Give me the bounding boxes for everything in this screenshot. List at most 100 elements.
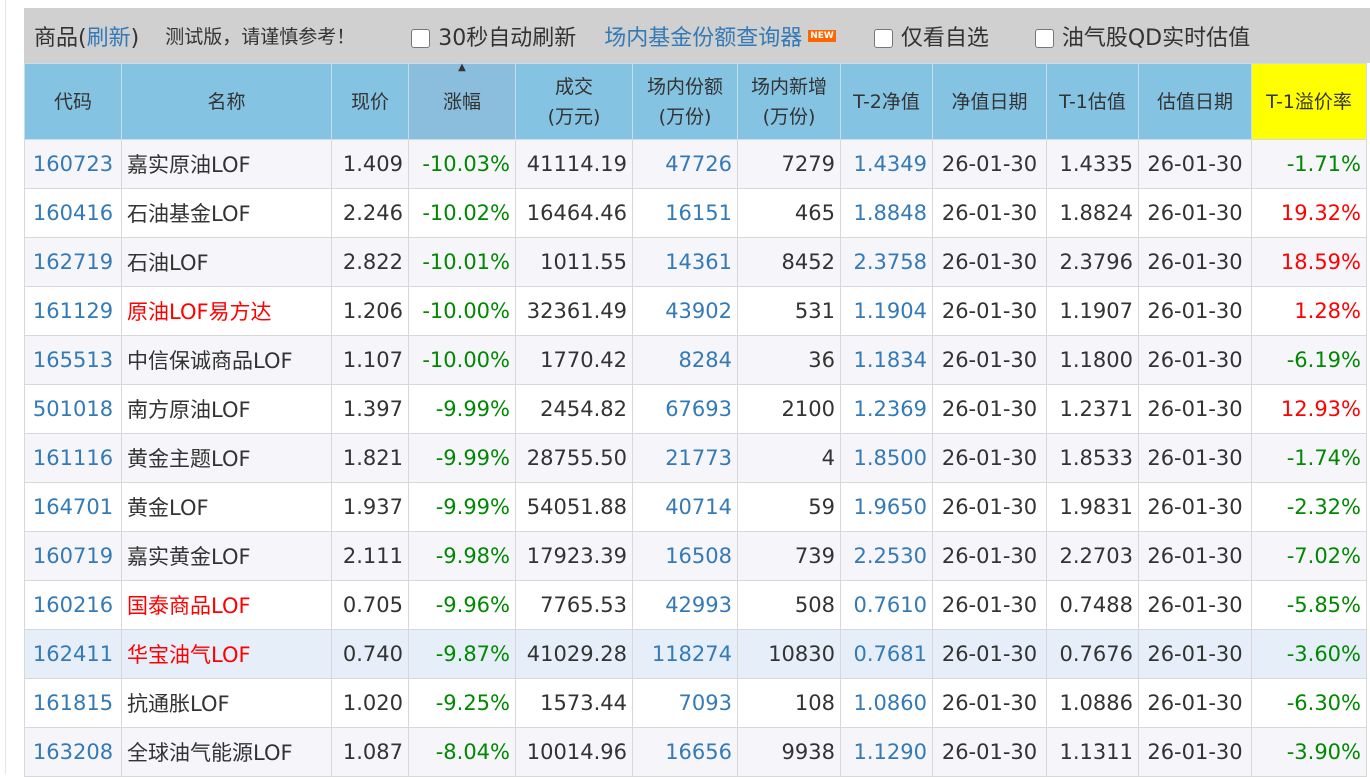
cell-t2-nav[interactable]: 1.2369 — [840, 384, 933, 434]
cell-t1-premium: 1.28% — [1251, 286, 1367, 336]
table-row[interactable]: 160723 嘉实原油LOF 1.409 -10.03% 41114.19 47726 72… — [24, 139, 1367, 189]
cell-turnover: 1573.44 — [515, 678, 633, 728]
cell-shares[interactable]: 118274 — [632, 629, 738, 679]
cell-t2-nav[interactable]: 2.3758 — [840, 237, 933, 287]
cell-code[interactable]: 161116 — [24, 433, 122, 483]
table-row[interactable]: 161116 黄金主题LOF 1.821 -9.99% 28755.50 21773 4 1.… — [24, 433, 1367, 483]
cell-est-date: 26-01-30 — [1138, 629, 1252, 679]
cell-shares[interactable]: 14361 — [632, 237, 738, 287]
cell-name: 石油LOF — [121, 237, 332, 287]
header-t1-premium[interactable]: T-1溢价率 — [1251, 63, 1367, 140]
only-watch-option[interactable]: 仅看自选 — [873, 20, 989, 52]
cell-t2-nav[interactable]: 1.0860 — [840, 678, 933, 728]
cell-change: -8.04% — [408, 727, 516, 777]
table-row[interactable]: 501018 南方原油LOF 1.397 -9.99% 2454.82 67693 2100… — [24, 384, 1367, 434]
cell-code[interactable]: 163208 — [24, 727, 122, 777]
cell-t2-nav[interactable]: 1.1290 — [840, 727, 933, 777]
fund-table: 代码 名称 现价 ▲ 涨幅 成交 (万元) 场内份额 (万份) 场内新增 (万份) T-2净值 净值日期… — [24, 62, 1367, 777]
table-row[interactable]: 162411 华宝油气LOF 0.740 -9.87% 41029.28 118274 10… — [24, 629, 1367, 679]
cell-price: 1.020 — [331, 678, 409, 728]
cell-shares[interactable]: 16508 — [632, 531, 738, 581]
cell-shares[interactable]: 42993 — [632, 580, 738, 630]
cell-t2-nav[interactable]: 1.4349 — [840, 139, 933, 189]
oil-qd-option[interactable]: 油气股QD实时估值 — [1034, 20, 1251, 52]
refresh-link[interactable]: 刷新 — [87, 26, 131, 51]
cell-code[interactable]: 162411 — [24, 629, 122, 679]
cell-t1-est: 0.7488 — [1046, 580, 1139, 630]
cell-shares[interactable]: 16656 — [632, 727, 738, 777]
header-t1-est[interactable]: T-1估值 — [1046, 63, 1139, 140]
cell-est-date: 26-01-30 — [1138, 335, 1252, 385]
cell-code[interactable]: 162719 — [24, 237, 122, 287]
cell-t2-nav[interactable]: 1.8848 — [840, 188, 933, 238]
oil-qd-label: 油气股QD实时估值 — [1061, 25, 1251, 51]
auto-refresh-label: 30秒自动刷新 — [438, 25, 577, 51]
cell-shares[interactable]: 16151 — [632, 188, 738, 238]
cell-t1-est: 1.2371 — [1046, 384, 1139, 434]
cell-change: -9.99% — [408, 482, 516, 532]
cell-shares[interactable]: 47726 — [632, 139, 738, 189]
cell-est-date: 26-01-30 — [1138, 237, 1252, 287]
header-turnover[interactable]: 成交 (万元) — [515, 63, 633, 140]
header-nav-date[interactable]: 净值日期 — [932, 63, 1047, 140]
header-label: T-1估值 — [1059, 90, 1126, 113]
header-label: 代码 — [53, 90, 92, 113]
cell-turnover: 1770.42 — [515, 335, 633, 385]
cell-t2-nav[interactable]: 1.1904 — [840, 286, 933, 336]
cell-code[interactable]: 161815 — [24, 678, 122, 728]
table-row[interactable]: 165513 中信保诚商品LOF 1.107 -10.00% 1770.42 8284 36… — [24, 335, 1367, 385]
table-row[interactable]: 161129 原油LOF易方达 1.206 -10.00% 32361.49 43902 5… — [24, 286, 1367, 336]
header-label: (万元) — [547, 105, 601, 128]
oil-qd-checkbox[interactable] — [1034, 29, 1054, 48]
cell-code[interactable]: 160416 — [24, 188, 122, 238]
cell-code[interactable]: 164701 — [24, 482, 122, 532]
cell-shares[interactable]: 67693 — [632, 384, 738, 434]
auto-refresh-checkbox[interactable] — [411, 29, 431, 48]
cell-name: 全球油气能源LOF — [121, 727, 332, 777]
table-row[interactable]: 162719 石油LOF 2.822 -10.01% 1011.55 14361 8452 2… — [24, 237, 1367, 287]
cell-t2-nav[interactable]: 1.8500 — [840, 433, 933, 483]
cell-shares[interactable]: 8284 — [632, 335, 738, 385]
header-code[interactable]: 代码 — [24, 63, 122, 140]
cell-code[interactable]: 160216 — [24, 580, 122, 630]
cell-code[interactable]: 160723 — [24, 139, 122, 189]
cell-code[interactable]: 165513 — [24, 335, 122, 385]
table-row[interactable]: 160216 国泰商品LOF 0.705 -9.96% 7765.53 42993 508 0… — [24, 580, 1367, 630]
table-row[interactable]: 160416 石油基金LOF 2.246 -10.02% 16464.46 16151 46… — [24, 188, 1367, 238]
cell-t2-nav[interactable]: 2.2530 — [840, 531, 933, 581]
header-name[interactable]: 名称 — [121, 63, 332, 140]
cell-code[interactable]: 161129 — [24, 286, 122, 336]
table-row[interactable]: 163208 全球油气能源LOF 1.087 -8.04% 10014.96 16656 9… — [24, 727, 1367, 777]
auto-refresh-option[interactable]: 30秒自动刷新 — [411, 20, 576, 52]
cell-t2-nav[interactable]: 1.1834 — [840, 335, 933, 385]
cell-code[interactable]: 501018 — [24, 384, 122, 434]
header-shares[interactable]: 场内份额 (万份) — [632, 63, 738, 140]
header-t2-nav[interactable]: T-2净值 — [840, 63, 933, 140]
table-row[interactable]: 164701 黄金LOF 1.937 -9.99% 54051.88 40714 59 1.9… — [24, 482, 1367, 532]
header-change[interactable]: ▲ 涨幅 — [408, 62, 516, 140]
table-row[interactable]: 160719 嘉实黄金LOF 2.111 -9.98% 17923.39 16508 739… — [24, 531, 1367, 581]
cell-change: -9.99% — [408, 384, 516, 434]
header-new-shares[interactable]: 场内新增 (万份) — [737, 63, 841, 140]
table-body: 160723 嘉实原油LOF 1.409 -10.03% 41114.19 47726 72… — [24, 139, 1367, 777]
cell-shares[interactable]: 7093 — [632, 678, 738, 728]
cell-nav-date: 26-01-30 — [932, 188, 1047, 238]
cell-t2-nav[interactable]: 0.7681 — [840, 629, 933, 679]
cell-name: 嘉实原油LOF — [121, 139, 332, 189]
header-price[interactable]: 现价 — [331, 63, 409, 140]
cell-t2-nav[interactable]: 1.9650 — [840, 482, 933, 532]
cell-shares[interactable]: 21773 — [632, 433, 738, 483]
cell-t1-premium: -6.19% — [1251, 335, 1367, 385]
cell-t2-nav[interactable]: 0.7610 — [840, 580, 933, 630]
cell-shares[interactable]: 40714 — [632, 482, 738, 532]
cell-new-shares: 531 — [737, 286, 841, 336]
header-label: 现价 — [350, 90, 389, 113]
cell-turnover: 7765.53 — [515, 580, 633, 630]
table-row[interactable]: 161815 抗通胀LOF 1.020 -9.25% 1573.44 7093 108 1.0… — [24, 678, 1367, 728]
query-link[interactable]: 场内基金份额查询器 — [604, 20, 802, 52]
cell-t1-premium: -5.85% — [1251, 580, 1367, 630]
header-est-date[interactable]: 估值日期 — [1138, 63, 1252, 140]
cell-shares[interactable]: 43902 — [632, 286, 738, 336]
cell-code[interactable]: 160719 — [24, 531, 122, 581]
only-watch-checkbox[interactable] — [873, 29, 893, 48]
